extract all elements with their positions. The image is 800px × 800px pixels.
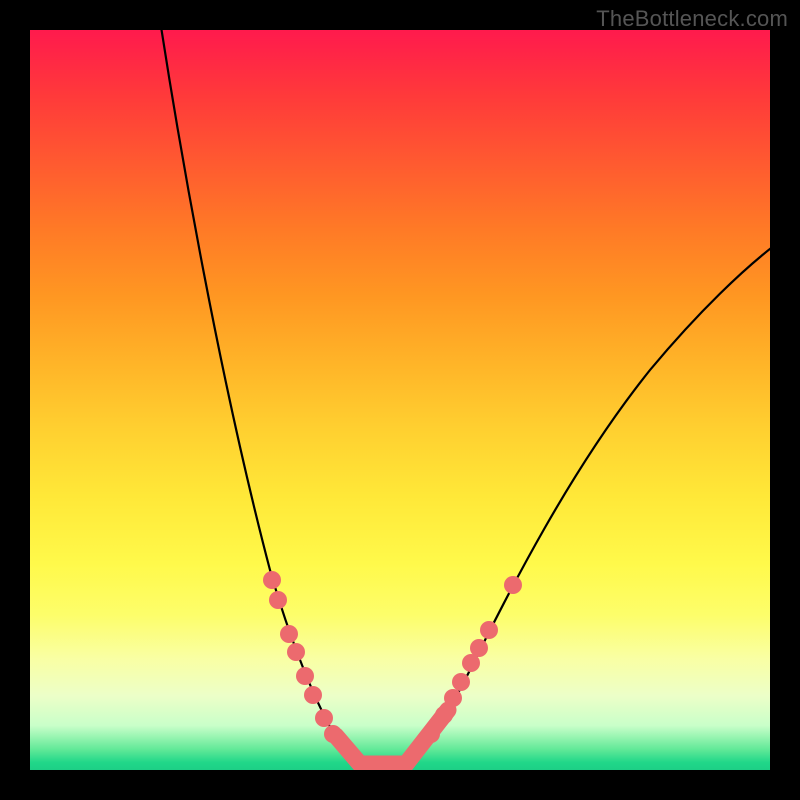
bottleneck-zone: [336, 710, 448, 764]
curve-left: [160, 30, 360, 766]
marker-dot: [296, 667, 314, 685]
marker-dot: [315, 709, 333, 727]
marker-dot: [324, 725, 342, 743]
chart-container: TheBottleneck.com: [0, 0, 800, 800]
marker-dot: [452, 673, 470, 691]
marker-dot: [304, 686, 322, 704]
marker-dot: [287, 643, 305, 661]
curve-overlay: [30, 30, 770, 770]
marker-dot: [504, 576, 522, 594]
marker-dot: [263, 571, 281, 589]
curve-right: [408, 245, 770, 766]
marker-dot: [422, 725, 440, 743]
marker-dot: [480, 621, 498, 639]
marker-dot: [470, 639, 488, 657]
plot-area: [30, 30, 770, 770]
marker-dot: [435, 706, 453, 724]
marker-dot: [269, 591, 287, 609]
marker-dot: [280, 625, 298, 643]
watermark-text: TheBottleneck.com: [596, 6, 788, 32]
marker-dot: [462, 654, 480, 672]
marker-dot: [444, 689, 462, 707]
